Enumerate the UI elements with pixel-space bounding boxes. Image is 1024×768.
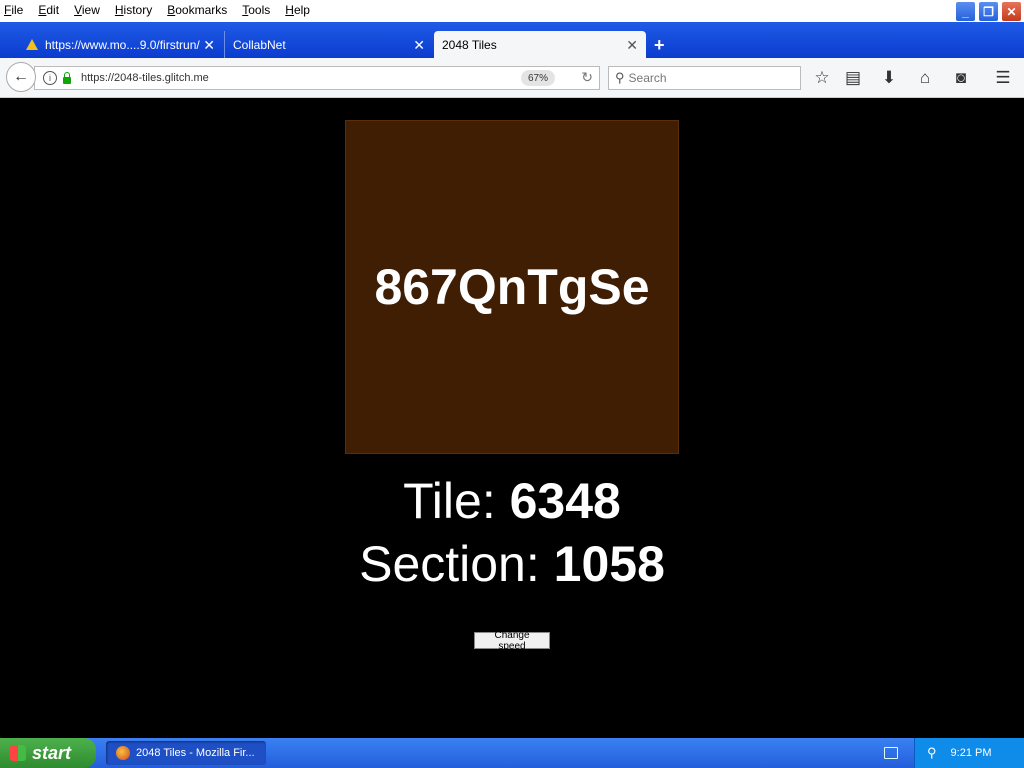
- change-speed-button[interactable]: Change speed: [474, 630, 550, 652]
- tab-strip: https://www.mo....9.0/firstrun/ ✕ Collab…: [0, 22, 1024, 58]
- navigation-bar: i https://2048-tiles.glitch.me 67% ↻ ← ⚲…: [0, 58, 1024, 98]
- taskbar-window-button[interactable]: 2048 Tiles - Mozilla Fir...: [106, 741, 266, 765]
- home-icon[interactable]: ⌂: [914, 67, 936, 89]
- menu-file[interactable]: File: [4, 3, 23, 17]
- tile-label: Tile:: [403, 473, 510, 529]
- clock: 9:21 PM: [950, 747, 992, 759]
- firefox-icon: [116, 746, 130, 760]
- keyboard-icon[interactable]: [884, 747, 898, 759]
- system-tray: ⚲ 9:21 PM: [914, 738, 1024, 768]
- info-icon[interactable]: i: [43, 71, 57, 85]
- menu-bookmarks[interactable]: Bookmarks: [167, 3, 227, 17]
- section-counter: Section: 1058: [0, 535, 1024, 593]
- back-button[interactable]: ←: [6, 62, 36, 92]
- zoom-indicator[interactable]: 67%: [521, 70, 556, 86]
- start-label: start: [32, 742, 72, 763]
- tile-value: 6348: [509, 473, 621, 529]
- menu-items: File Edit View History Bookmarks Tools H…: [4, 3, 325, 17]
- taskbar: start 2048 Tiles - Mozilla Fir... ⚲ 9:21…: [0, 738, 1024, 768]
- window-controls: _ ❐ ✕: [955, 1, 1022, 22]
- page-content: 867QnTgSe Tile: 6348 Section: 1058 Chang…: [0, 98, 1024, 738]
- close-tab-icon[interactable]: ✕: [413, 37, 425, 54]
- restore-button[interactable]: ❐: [978, 1, 999, 22]
- url-text[interactable]: https://2048-tiles.glitch.me: [81, 72, 209, 84]
- tray-search-icon[interactable]: ⚲: [927, 745, 937, 761]
- tile-counter: Tile: 6348: [0, 472, 1024, 530]
- lock-icon: [63, 71, 71, 84]
- section-value: 1058: [553, 536, 665, 592]
- tab-2048-tiles[interactable]: 2048 Tiles ✕: [434, 31, 646, 58]
- close-window-button[interactable]: ✕: [1001, 1, 1022, 22]
- menu-tools[interactable]: Tools: [242, 3, 270, 17]
- menu-edit[interactable]: Edit: [38, 3, 59, 17]
- tab-label: CollabNet: [233, 37, 286, 52]
- reading-list-icon[interactable]: ▤: [842, 67, 864, 89]
- close-tab-icon[interactable]: ✕: [626, 37, 638, 54]
- search-icon: ⚲: [615, 70, 625, 85]
- back-arrow-icon: ←: [13, 68, 29, 85]
- tab-collabnet[interactable]: CollabNet ✕: [224, 31, 433, 58]
- search-placeholder: Search: [628, 71, 667, 85]
- minimize-button[interactable]: _: [955, 1, 976, 22]
- close-tab-icon[interactable]: ✕: [203, 37, 215, 54]
- menu-help[interactable]: Help: [285, 3, 310, 17]
- tile-display: 867QnTgSe: [345, 120, 679, 454]
- menu-bar: File Edit View History Bookmarks Tools H…: [0, 0, 1024, 22]
- new-tab-icon[interactable]: +: [654, 35, 665, 56]
- url-bar[interactable]: i https://2048-tiles.glitch.me 67% ↻: [34, 66, 600, 90]
- pocket-icon[interactable]: ◙: [950, 67, 972, 89]
- hamburger-menu-icon[interactable]: ☰: [992, 67, 1014, 89]
- tab-label: 2048 Tiles: [442, 37, 497, 52]
- tab-label: https://www.mo....9.0/firstrun/: [45, 37, 200, 52]
- section-label: Section:: [359, 536, 554, 592]
- taskbar-window-label: 2048 Tiles - Mozilla Fir...: [136, 747, 255, 759]
- tile-text: 867QnTgSe: [374, 259, 650, 315]
- start-button[interactable]: start: [0, 738, 96, 768]
- windows-logo-icon: [10, 745, 26, 761]
- reload-icon[interactable]: ↻: [581, 69, 593, 86]
- bookmark-star-icon[interactable]: ☆: [811, 67, 833, 89]
- search-input[interactable]: ⚲ Search: [608, 66, 801, 90]
- menu-history[interactable]: History: [115, 3, 152, 17]
- menu-view[interactable]: View: [74, 3, 100, 17]
- download-icon[interactable]: ⬇: [878, 67, 900, 89]
- warning-icon: [26, 39, 38, 50]
- tab-firstrun[interactable]: https://www.mo....9.0/firstrun/ ✕: [18, 31, 223, 58]
